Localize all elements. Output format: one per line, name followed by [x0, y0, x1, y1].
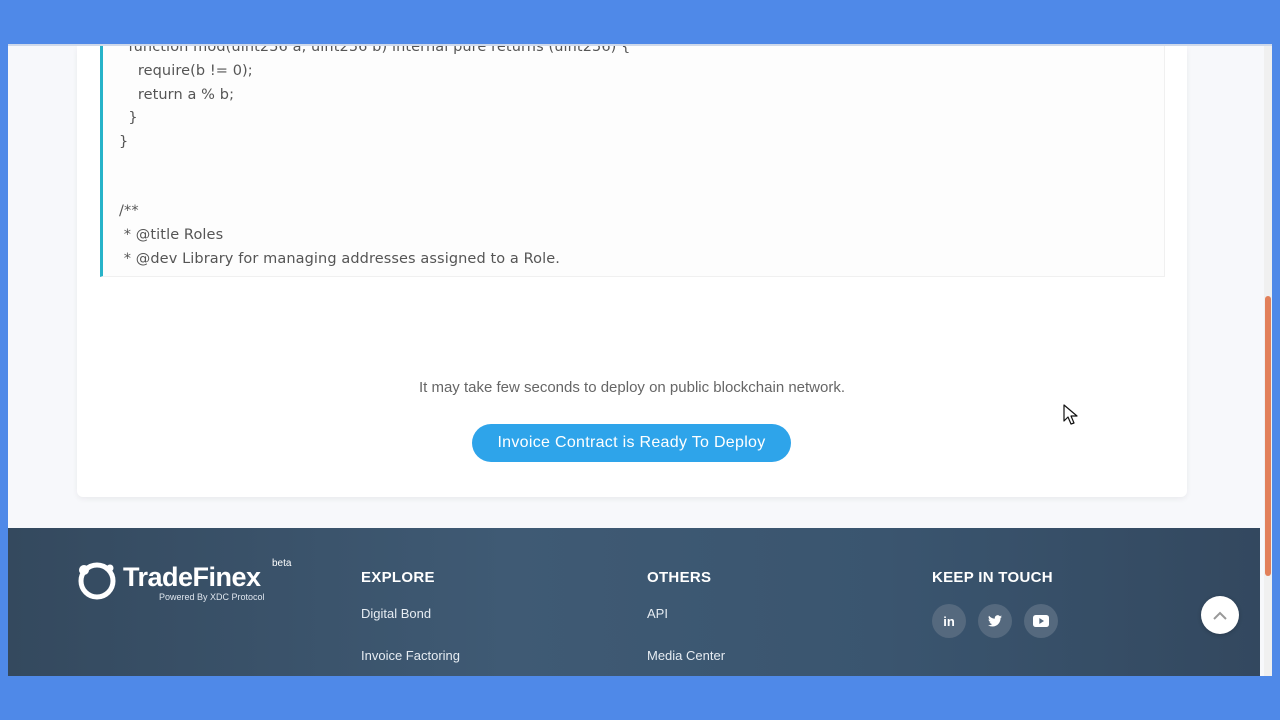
footer-link-invoice-factoring[interactable]: Invoice Factoring	[361, 648, 460, 663]
site-footer: TradeFinex beta Powered By XDC Protocol …	[8, 528, 1260, 676]
footer-keep-in-touch-title: KEEP IN TOUCH	[932, 569, 1053, 586]
code-line: }	[119, 134, 129, 150]
footer-link-api[interactable]: API	[647, 606, 668, 621]
tradefinex-logo[interactable]: TradeFinex beta Powered By XDC Protocol	[75, 558, 315, 608]
page-scrollbar[interactable]	[1264, 46, 1272, 676]
logo-mark-icon	[78, 562, 116, 600]
footer-explore-title: EXPLORE	[361, 569, 435, 586]
logo-tagline: Powered By XDC Protocol	[159, 592, 265, 602]
contract-code-block[interactable]: function mod(uint256 a, uint256 b) inter…	[100, 46, 1165, 277]
code-line: /**	[119, 203, 139, 219]
logo-beta-badge: beta	[272, 558, 292, 569]
code-line: * @dev Library for managing addresses as…	[119, 251, 560, 267]
scroll-to-top-button[interactable]	[1201, 596, 1239, 634]
deploy-contract-button[interactable]: Invoice Contract is Ready To Deploy	[472, 424, 791, 462]
footer-others-title: OTHERS	[647, 569, 712, 586]
youtube-icon[interactable]	[1024, 604, 1058, 638]
code-line: require(b != 0);	[119, 63, 253, 79]
footer-link-digital-bond[interactable]: Digital Bond	[361, 606, 431, 621]
scrollbar-thumb[interactable]	[1265, 296, 1271, 576]
code-line: return a % b;	[119, 87, 235, 103]
cursor-icon	[1063, 404, 1078, 425]
code-line: function mod(uint256 a, uint256 b) inter…	[119, 46, 631, 55]
code-line: }	[119, 110, 138, 126]
footer-link-media-center[interactable]: Media Center	[647, 648, 725, 663]
contract-card: function mod(uint256 a, uint256 b) inter…	[77, 46, 1187, 497]
logo-name: TradeFinex	[123, 562, 261, 592]
twitter-bird-icon	[988, 615, 1002, 627]
chevron-up-icon	[1213, 611, 1227, 620]
browser-viewport[interactable]: function mod(uint256 a, uint256 b) inter…	[8, 46, 1272, 676]
code-line: * @title Roles	[119, 227, 224, 243]
linkedin-icon[interactable]: in	[932, 604, 966, 638]
youtube-play-icon	[1033, 615, 1049, 627]
linkedin-icon-label: in	[943, 613, 955, 629]
twitter-icon[interactable]	[978, 604, 1012, 638]
deploy-note: It may take few seconds to deploy on pub…	[418, 379, 846, 396]
